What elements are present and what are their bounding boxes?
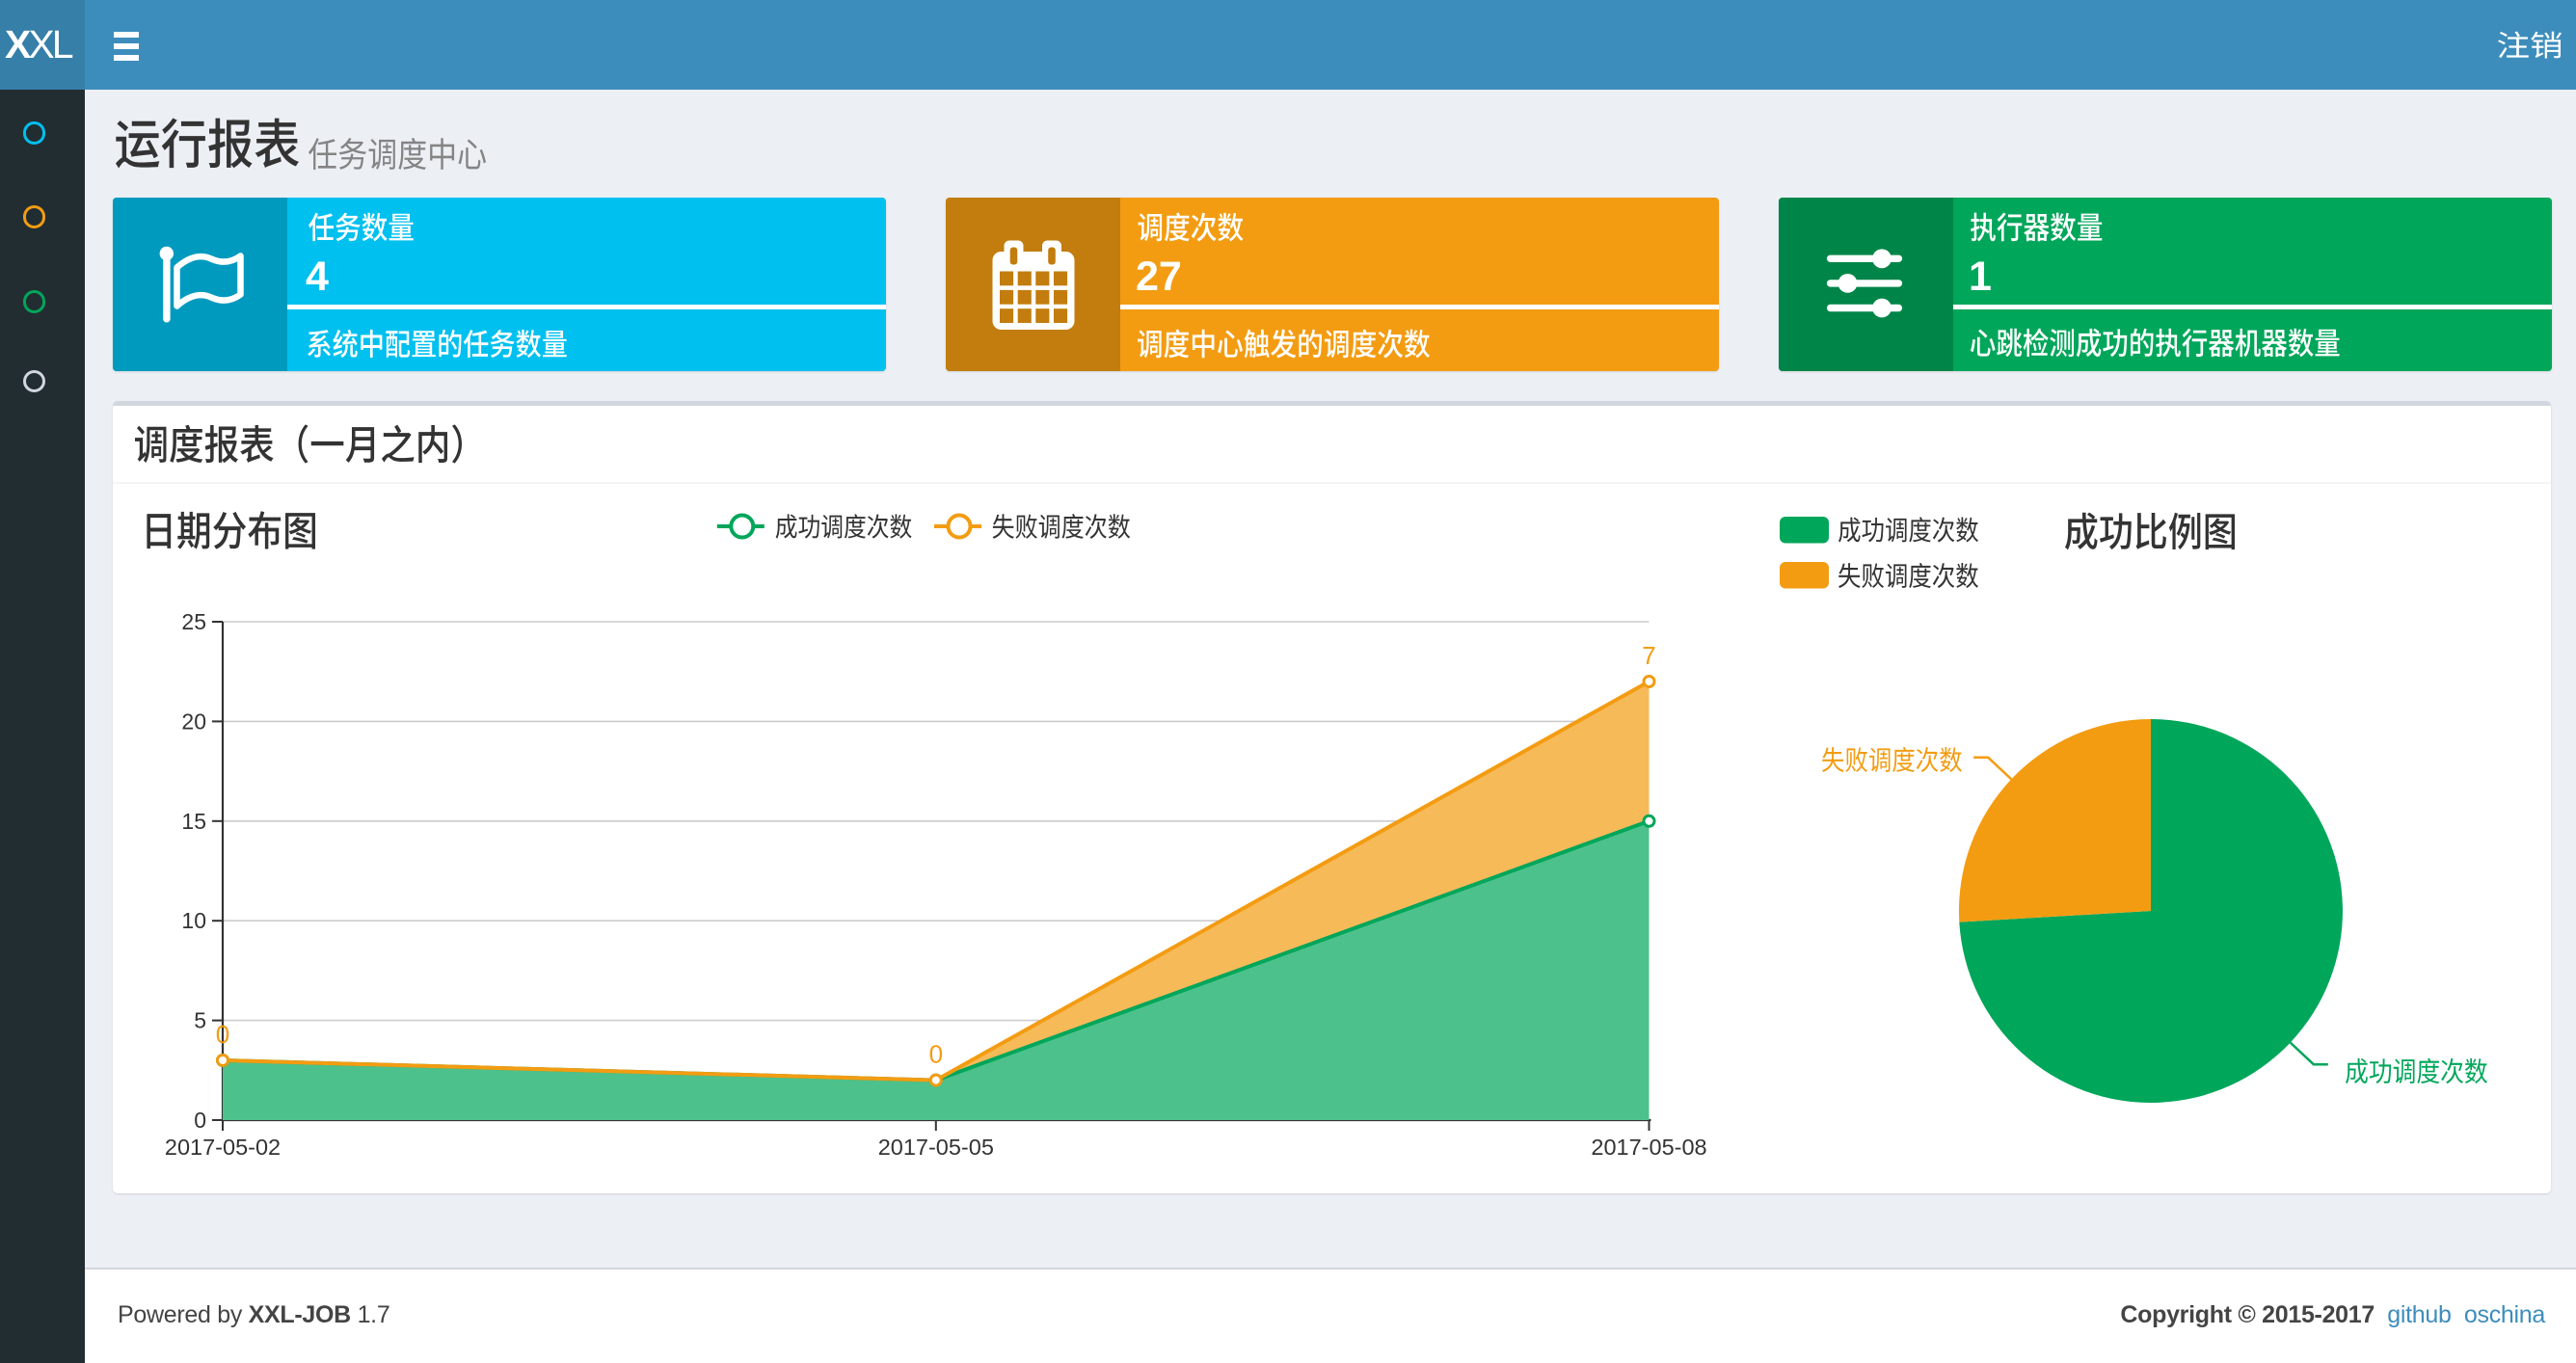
svg-text:0: 0 <box>216 1020 229 1049</box>
svg-text:5: 5 <box>194 1008 206 1033</box>
svg-text:25: 25 <box>181 609 206 634</box>
svg-text:15: 15 <box>181 809 206 834</box>
svg-text:0: 0 <box>194 1108 206 1133</box>
svg-text:7: 7 <box>1642 641 1655 670</box>
svg-text:20: 20 <box>181 708 206 734</box>
svg-text:2017-05-05: 2017-05-05 <box>878 1135 994 1160</box>
svg-text:10: 10 <box>181 908 206 933</box>
svg-text:2017-05-02: 2017-05-02 <box>165 1135 281 1160</box>
svg-text:0: 0 <box>929 1040 943 1069</box>
svg-text:2017-05-08: 2017-05-08 <box>1591 1135 1706 1160</box>
